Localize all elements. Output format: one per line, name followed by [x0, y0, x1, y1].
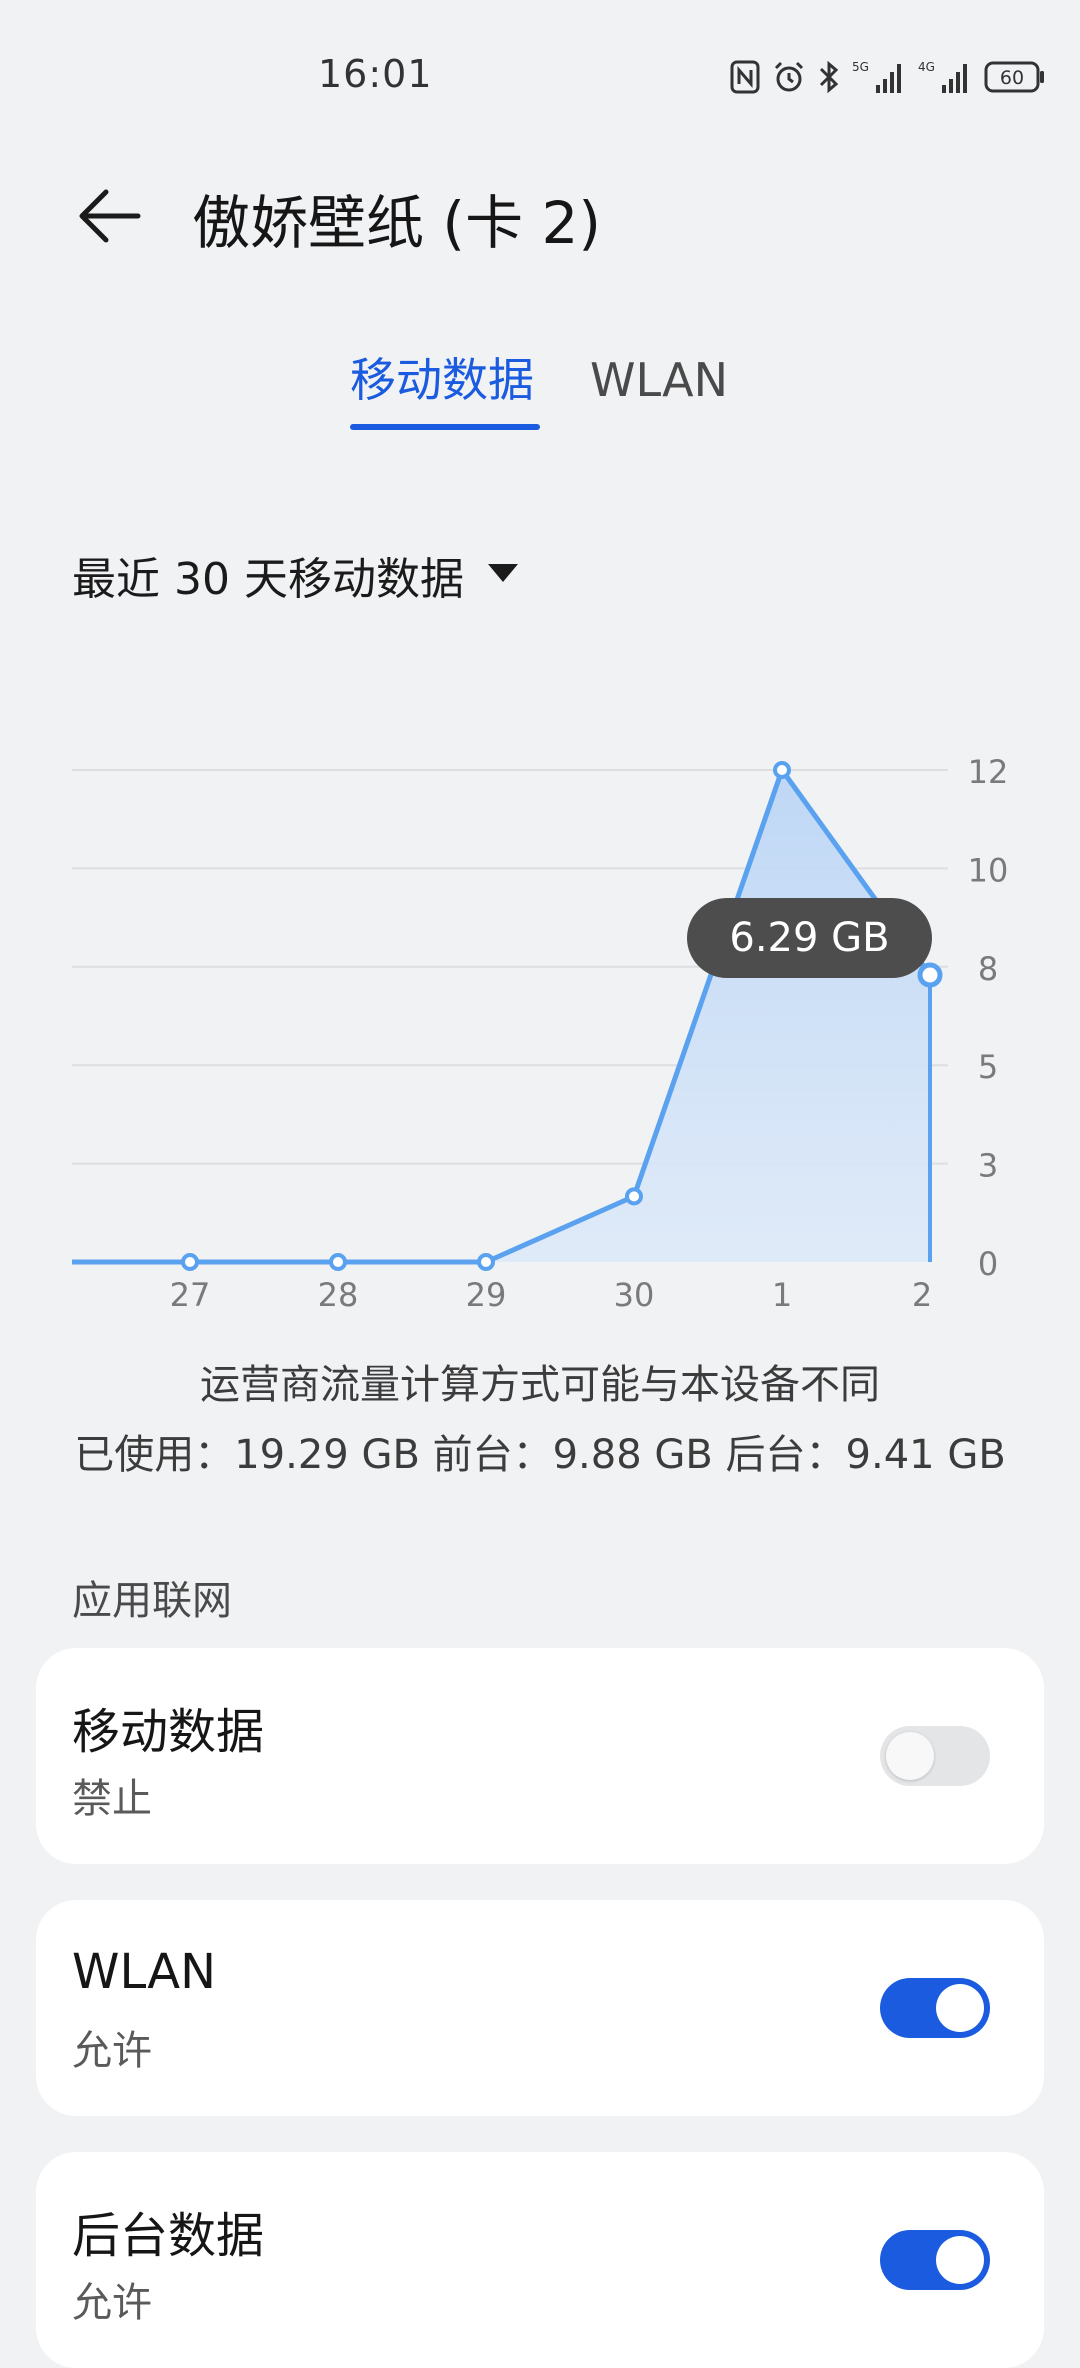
data-point[interactable]: [477, 1253, 495, 1271]
x-tick-label: 27: [170, 1276, 211, 1314]
chart-tooltip: 6.29 GB: [687, 898, 932, 978]
y-tick-label: 3: [978, 1147, 998, 1185]
y-tick-label: 5: [978, 1048, 998, 1086]
card-mobile-data: 移动数据 禁止: [36, 1648, 1044, 1864]
tab-bar: 移动数据 WLAN: [0, 345, 1080, 435]
card-wlan: WLAN 允许: [36, 1900, 1044, 2116]
data-point[interactable]: [773, 761, 791, 779]
data-point[interactable]: [625, 1187, 643, 1206]
mobile-data-toggle[interactable]: [880, 1726, 990, 1786]
battery-level: 60: [1000, 67, 1024, 89]
y-tick-label: 0: [978, 1245, 998, 1283]
page-title: 傲娇壁纸 (卡 2): [192, 189, 602, 257]
toggle-knob: [886, 1732, 934, 1780]
nfc-icon: [730, 60, 760, 94]
x-tick-label: 28: [318, 1276, 359, 1314]
usage-summary: 已使用：19.29 GB 前台：9.88 GB 后台：9.41 GB: [74, 1432, 1006, 1478]
card-status: 允许: [72, 2028, 152, 2074]
section-label: 应用联网: [72, 1578, 232, 1624]
signal-5g-label: 5G: [852, 60, 869, 74]
status-bar: 16:01 5G 4G 60: [0, 0, 1080, 150]
status-time: 16:01: [318, 52, 433, 96]
card-status: 允许: [72, 2280, 152, 2326]
selected-data-point[interactable]: [917, 962, 943, 988]
usage-chart: 0 3 5 8 10 12 27 28 29 30 1 2: [0, 700, 1080, 1340]
signal-4g-label: 4G: [918, 60, 935, 74]
y-tick-label: 12: [968, 753, 1009, 791]
data-point[interactable]: [181, 1253, 199, 1271]
y-tick-label: 8: [978, 950, 998, 988]
5g-signal-icon: 5G: [852, 59, 906, 95]
background-data-toggle[interactable]: [880, 2230, 990, 2290]
tab-mobile-data[interactable]: 移动数据: [350, 345, 534, 415]
x-tick-label: 29: [466, 1276, 507, 1314]
usage-area: [72, 770, 930, 1262]
card-title: WLAN: [72, 1944, 217, 2000]
tab-active-indicator: [350, 424, 540, 430]
wlan-toggle[interactable]: [880, 1978, 990, 2038]
tab-wlan[interactable]: WLAN: [590, 345, 728, 415]
period-label: 最近 30 天移动数据: [72, 554, 464, 605]
back-button[interactable]: [60, 168, 160, 268]
bluetooth-icon: [818, 60, 840, 94]
arrow-left-icon: [78, 188, 142, 248]
card-title: 移动数据: [72, 1704, 265, 1760]
card-status: 禁止: [72, 1776, 152, 1822]
usage-chart-svg: 0358101227 28 29 30 1 2: [72, 753, 1009, 1314]
battery-icon: 60: [984, 60, 1046, 94]
alarm-icon: [772, 60, 806, 94]
card-title: 后台数据: [72, 2208, 265, 2264]
4g-signal-icon: 4G: [918, 59, 972, 95]
toggle-knob: [936, 2236, 984, 2284]
dropdown-triangle-icon: [486, 561, 520, 589]
x-tick-label: 30: [614, 1276, 655, 1314]
x-tick-label: 1: [772, 1276, 792, 1314]
toggle-knob: [936, 1984, 984, 2032]
y-tick-label: 10: [968, 851, 1009, 889]
status-icons: 5G 4G 60: [730, 56, 1046, 98]
card-background-data: 后台数据 允许: [36, 2152, 1044, 2368]
data-point[interactable]: [329, 1253, 347, 1271]
x-tick-label: 2: [912, 1276, 932, 1314]
carrier-note: 运营商流量计算方式可能与本设备不同: [200, 1362, 880, 1408]
period-dropdown[interactable]: 最近 30 天移动数据: [72, 540, 520, 610]
